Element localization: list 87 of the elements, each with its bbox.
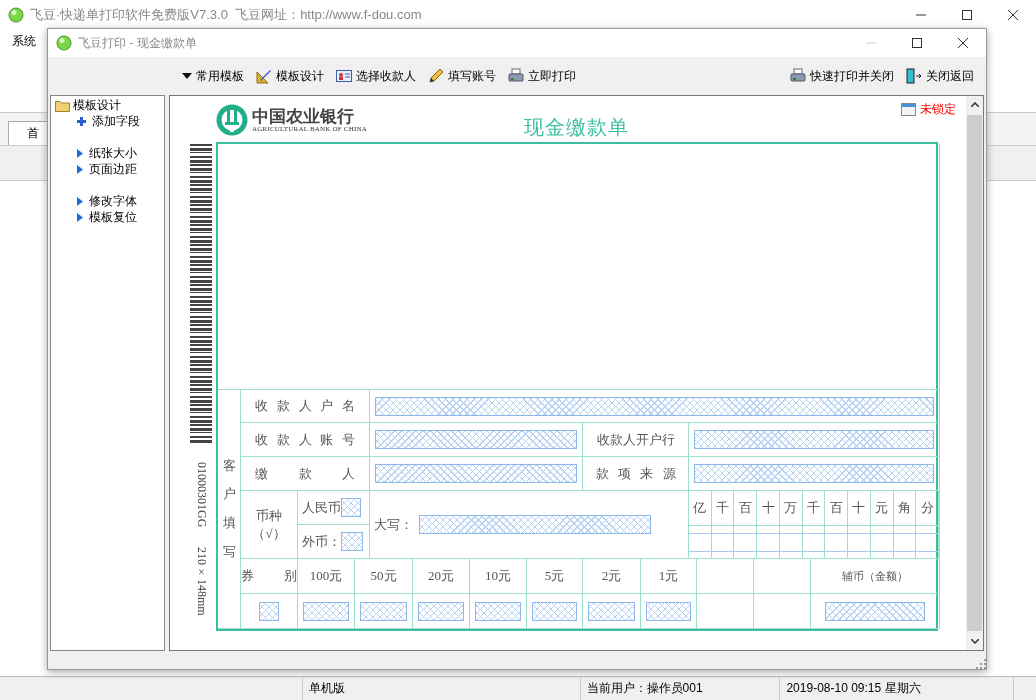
form-label: 缴 款 人: [255, 464, 355, 483]
resize-grip-icon[interactable]: [974, 657, 986, 669]
digit-header: 十: [852, 499, 866, 517]
field-slot: [360, 601, 407, 621]
form-label: 10元: [485, 567, 511, 585]
field-slot: [532, 601, 577, 621]
field-slot: [303, 601, 349, 621]
field-slot: [646, 601, 691, 621]
digit-header: 分: [920, 499, 934, 517]
window-title: 飞豆·快递单打印软件免费版V7.3.0 飞豆网址：http://www.f-dou.com: [30, 6, 423, 24]
form-label: 外币：: [302, 532, 341, 551]
digit-header: 十: [761, 499, 775, 517]
tree-item[interactable]: 模板复位: [89, 208, 137, 226]
caret-icon: [182, 73, 192, 79]
contact-card-icon: [336, 69, 352, 83]
form-label: （√）: [252, 524, 286, 543]
printer-icon: [790, 68, 806, 84]
digit-header: 亿: [693, 499, 707, 517]
form-label: 人民币: [302, 498, 341, 517]
form-label: 收款人开户行: [596, 430, 675, 449]
field-slot: [341, 498, 361, 517]
tab[interactable]: 首: [8, 121, 47, 145]
toolbar-button[interactable]: 选择收款人: [330, 64, 422, 88]
toolbar-button[interactable]: 常用模板: [176, 64, 250, 88]
pencil-icon: [428, 68, 444, 84]
printer-icon: [508, 68, 524, 84]
field-slot: [259, 601, 279, 621]
form-label: 券 别: [241, 567, 297, 585]
maximize-icon: [962, 10, 972, 20]
tree-item[interactable]: 添加字段: [92, 112, 140, 130]
digit-header: 千: [807, 499, 820, 517]
form-label: 收 款 人 账 号: [255, 430, 355, 449]
form-title: 现金缴款单: [523, 115, 629, 140]
digit-header: 千: [716, 499, 730, 517]
close-icon: [958, 38, 968, 48]
form-label: 大写：: [374, 515, 413, 534]
digit-header: 百: [829, 499, 843, 517]
form-label: 款 项 来 源: [595, 464, 676, 483]
field-slot: [588, 601, 635, 621]
toolbar-button[interactable]: 填写账号: [422, 64, 502, 88]
tree-item[interactable]: 模板设计: [73, 97, 121, 114]
plus-icon: [77, 116, 86, 126]
tree-item[interactable]: 修改字体: [89, 192, 137, 210]
paper-size: 210×148mm: [193, 547, 209, 616]
form-label: 2元: [601, 567, 622, 585]
digit-header: 万: [784, 499, 798, 517]
form-label: 50元: [370, 567, 397, 585]
form-label: 辅币（金额）: [842, 568, 908, 584]
form-label: 收 款 人 户 名: [255, 397, 355, 415]
lock-status[interactable]: 未锁定: [920, 101, 956, 118]
form-label: 100元: [309, 567, 343, 585]
form-label: 1元: [658, 567, 679, 585]
scroll-down-icon[interactable]: [970, 639, 979, 644]
serial-number: 01000301GG: [193, 462, 209, 528]
status-text: 2019-08-10 09:15 星期六: [786, 680, 921, 697]
menu-item[interactable]: 系统: [12, 32, 36, 50]
toolbar-button[interactable]: 模板设计: [250, 64, 330, 88]
scroll-up-icon[interactable]: [970, 102, 979, 107]
dialog-title: 飞豆打印 - 现金缴款单: [78, 34, 198, 52]
digit-header: 角: [897, 499, 911, 517]
tree-item[interactable]: 纸张大小: [89, 144, 137, 162]
tree-item[interactable]: 页面边距: [89, 160, 137, 178]
exit-door-icon: [906, 68, 922, 84]
barcode-icon: [190, 144, 212, 444]
close-icon: [1008, 10, 1018, 20]
form-label: 币种: [256, 506, 282, 525]
field-slot: [418, 601, 464, 621]
form-label: 客户填写: [222, 456, 236, 561]
app-icon: [8, 7, 24, 23]
bank-name: 中国农业银行: [252, 107, 355, 125]
bank-logo-icon: [216, 104, 248, 136]
form-label: 5元: [544, 567, 565, 585]
maximize-icon: [912, 38, 922, 48]
field-slot: [341, 532, 363, 551]
toolbar-button[interactable]: 关闭返回: [900, 64, 980, 88]
window-icon: [901, 103, 916, 116]
field-slot: [475, 601, 521, 621]
ruler-pencil-icon: [256, 68, 272, 84]
digit-header: 元: [875, 499, 889, 517]
status-text: 单机版: [309, 680, 346, 697]
digit-header: 百: [738, 499, 752, 517]
toolbar-button[interactable]: 立即打印: [502, 64, 582, 88]
scrollbar-thumb[interactable]: [967, 115, 982, 631]
app-icon: [56, 35, 72, 51]
toolbar-button[interactable]: 快速打印并关闭: [784, 64, 900, 88]
form-label: 20元: [428, 567, 454, 585]
status-text: 当前用户：操作员001: [586, 680, 703, 697]
